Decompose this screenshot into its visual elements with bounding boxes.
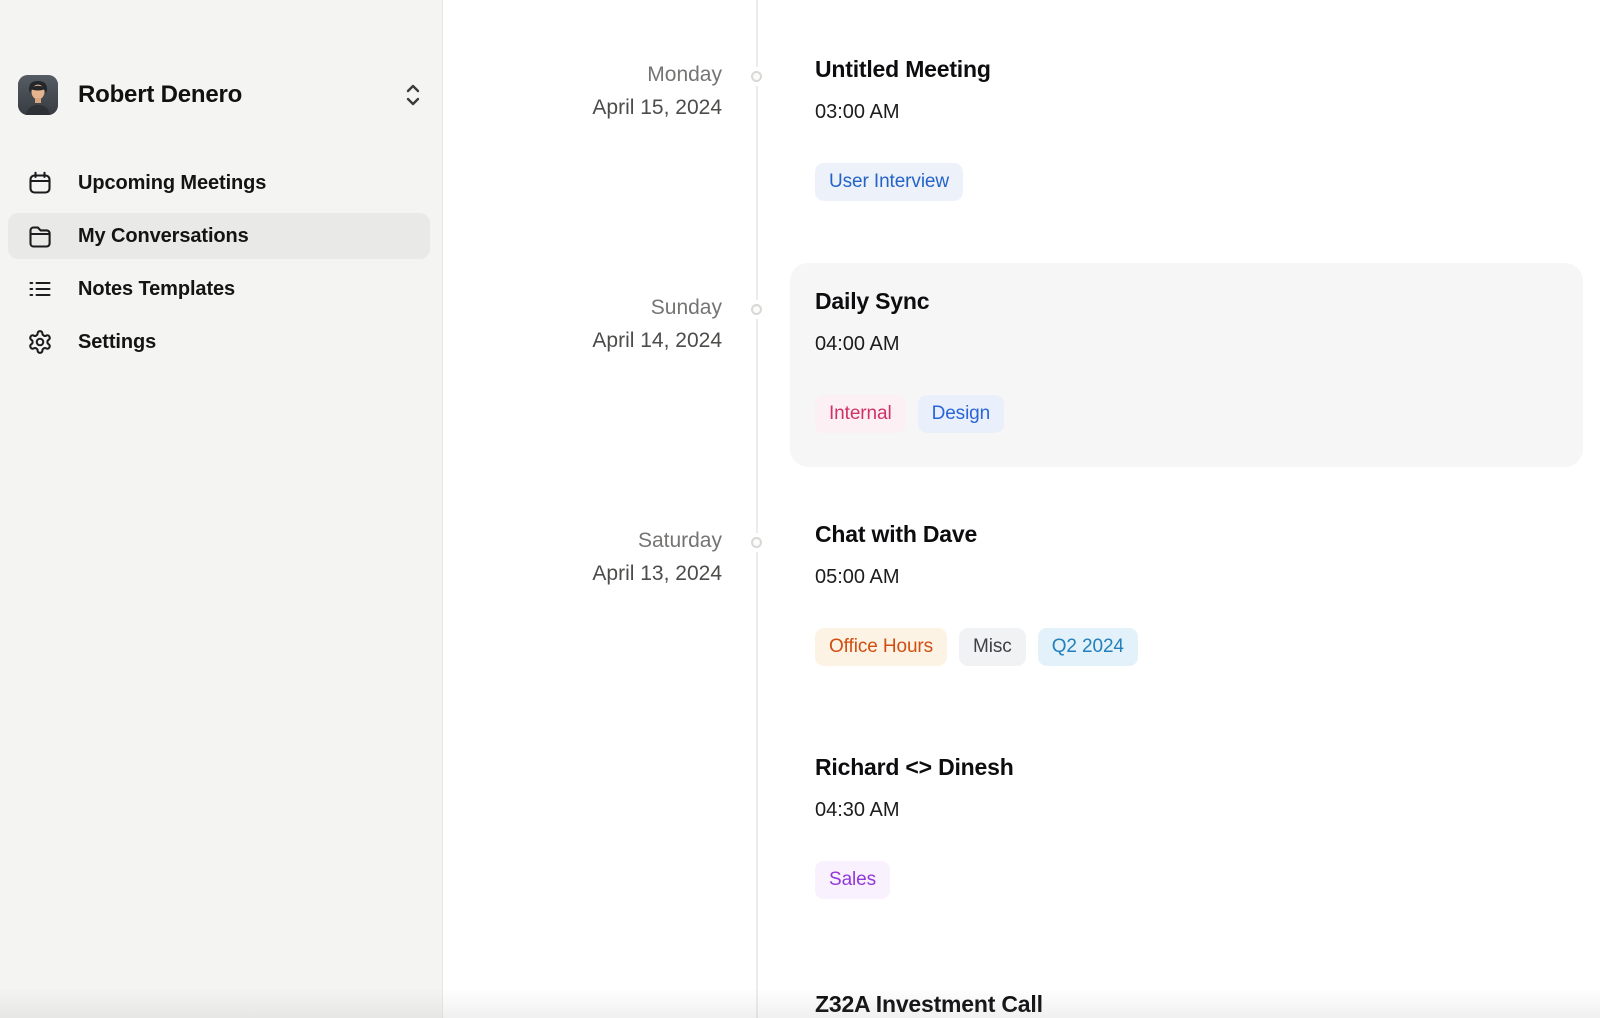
gear-icon — [27, 329, 53, 355]
tag-chip[interactable]: User Interview — [815, 163, 963, 201]
tag-chip[interactable]: Q2 2024 — [1038, 628, 1138, 666]
date-day: Monday — [443, 58, 722, 91]
meeting-tags: Office Hours Misc Q2 2024 — [815, 628, 1555, 666]
sidebar-item-notes-templates[interactable]: Notes Templates — [8, 266, 430, 312]
sidebar-item-settings[interactable]: Settings — [8, 319, 430, 365]
tag-chip[interactable]: Design — [918, 395, 1005, 433]
avatar — [18, 75, 58, 115]
timeline-dot — [751, 71, 762, 82]
meeting-time: 05:00 AM — [815, 565, 1555, 589]
meeting-tags: User Interview — [815, 163, 1555, 201]
calendar-icon — [27, 170, 53, 196]
sidebar-item-upcoming-meetings[interactable]: Upcoming Meetings — [8, 160, 430, 206]
tag-chip[interactable]: Internal — [815, 395, 906, 433]
date-group: Saturday April 13, 2024 — [443, 524, 722, 590]
meeting-time: 04:30 AM — [815, 798, 1555, 822]
meeting-title: Z32A Investment Call — [815, 990, 1555, 1018]
date-day: Saturday — [443, 524, 722, 557]
timeline-dot — [751, 537, 762, 548]
chevron-up-down-icon[interactable] — [402, 80, 424, 110]
date-text: April 15, 2024 — [443, 91, 722, 124]
sidebar: Robert Denero Upcoming Meetings — [0, 0, 443, 1018]
sidebar-item-my-conversations[interactable]: My Conversations — [8, 213, 430, 259]
timeline-dot — [751, 304, 762, 315]
meeting-title: Daily Sync — [815, 287, 1555, 315]
date-text: April 13, 2024 — [443, 557, 722, 590]
timeline-line — [756, 0, 758, 1018]
meeting-title: Untitled Meeting — [815, 55, 1555, 83]
meeting-entry[interactable]: Richard <> Dinesh 04:30 AM Sales — [815, 753, 1555, 899]
conversations-timeline: Monday April 15, 2024 Sunday April 14, 2… — [443, 0, 1600, 1018]
sidebar-nav: Upcoming Meetings My Conversations — [8, 160, 430, 372]
sidebar-item-label: Notes Templates — [78, 278, 235, 301]
meeting-entry[interactable]: Daily Sync 04:00 AM Internal Design — [815, 287, 1555, 433]
meeting-entry[interactable]: Chat with Dave 05:00 AM Office Hours Mis… — [815, 520, 1555, 666]
meeting-title: Richard <> Dinesh — [815, 753, 1555, 781]
date-group: Sunday April 14, 2024 — [443, 291, 722, 357]
sidebar-item-label: Upcoming Meetings — [78, 172, 266, 195]
tag-chip[interactable]: Misc — [959, 628, 1026, 666]
list-icon — [27, 276, 53, 302]
folder-icon — [27, 223, 53, 249]
meeting-tags: Sales — [815, 861, 1555, 899]
date-day: Sunday — [443, 291, 722, 324]
meeting-entry[interactable]: Z32A Investment Call — [815, 990, 1555, 1018]
meeting-tags: Internal Design — [815, 395, 1555, 433]
user-profile-switcher[interactable]: Robert Denero — [18, 72, 424, 118]
tag-chip[interactable]: Office Hours — [815, 628, 947, 666]
sidebar-item-label: Settings — [78, 331, 156, 354]
meeting-entry[interactable]: Untitled Meeting 03:00 AM User Interview — [815, 55, 1555, 201]
meeting-time: 04:00 AM — [815, 332, 1555, 356]
meeting-time: 03:00 AM — [815, 100, 1555, 124]
date-text: April 14, 2024 — [443, 324, 722, 357]
date-group: Monday April 15, 2024 — [443, 58, 722, 124]
user-name: Robert Denero — [78, 81, 402, 109]
app-window: Robert Denero Upcoming Meetings — [0, 0, 1600, 1018]
tag-chip[interactable]: Sales — [815, 861, 890, 899]
meeting-title: Chat with Dave — [815, 520, 1555, 548]
sidebar-item-label: My Conversations — [78, 225, 249, 248]
